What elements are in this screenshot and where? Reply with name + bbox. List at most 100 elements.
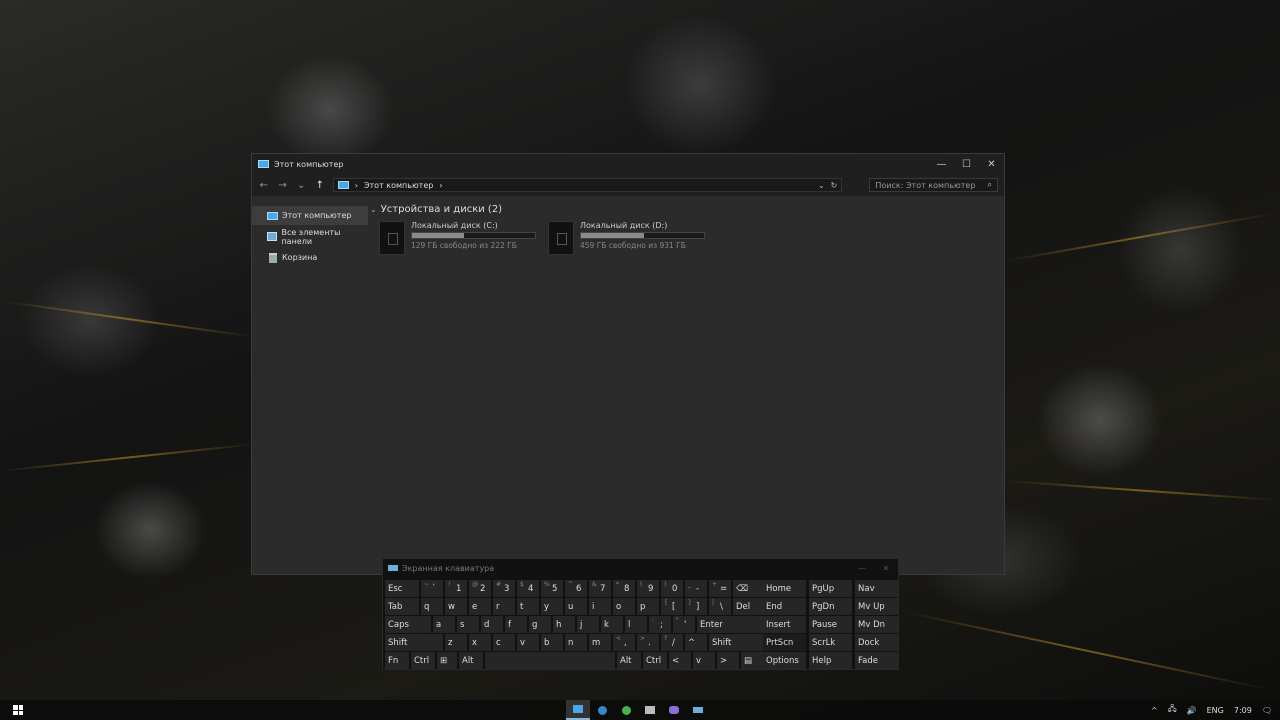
network-icon[interactable]: 🖧 bbox=[1168, 703, 1177, 717]
osk-nav-key[interactable]: PrtScn bbox=[763, 634, 806, 651]
tray-overflow-chevron-icon[interactable]: ^ bbox=[1151, 706, 1158, 715]
osk-key[interactable]: ⊞ bbox=[437, 652, 457, 669]
osk-key[interactable]: :; bbox=[649, 616, 671, 633]
osk-key[interactable]: ^ bbox=[685, 634, 707, 651]
osk-key[interactable]: q bbox=[421, 598, 443, 615]
osk-key[interactable]: #3 bbox=[493, 580, 515, 597]
osk-minimize-button[interactable]: — bbox=[850, 564, 874, 573]
notifications-icon[interactable]: 🗨 bbox=[1262, 706, 1272, 715]
taskbar-app-torrent[interactable] bbox=[614, 700, 638, 720]
osk-nav-key[interactable]: Nav bbox=[855, 580, 899, 597]
osk-key[interactable]: {[ bbox=[661, 598, 683, 615]
osk-key[interactable]: f bbox=[505, 616, 527, 633]
address-bar[interactable]: › Этот компьютер › ⌄ ↻ bbox=[332, 178, 843, 192]
taskbar-app-keyboard[interactable] bbox=[686, 700, 710, 720]
osk-key[interactable]: Caps bbox=[385, 616, 431, 633]
osk-key[interactable]: > bbox=[717, 652, 739, 669]
osk-nav-key[interactable]: Options bbox=[763, 652, 806, 669]
osk-nav-key[interactable]: PgDn bbox=[809, 598, 852, 615]
osk-key[interactable] bbox=[485, 652, 615, 669]
osk-key[interactable]: Alt bbox=[617, 652, 641, 669]
osk-key[interactable]: j bbox=[577, 616, 599, 633]
osk-key[interactable]: u bbox=[565, 598, 587, 615]
osk-key[interactable]: p bbox=[637, 598, 659, 615]
osk-nav-key[interactable]: Help bbox=[809, 652, 852, 669]
osk-key[interactable]: i bbox=[589, 598, 611, 615]
osk-key[interactable]: ) 0 bbox=[661, 580, 683, 597]
osk-key[interactable]: @2 bbox=[469, 580, 491, 597]
osk-nav-key[interactable]: PgUp bbox=[809, 580, 852, 597]
osk-key[interactable]: Fn bbox=[385, 652, 409, 669]
drive-item-d[interactable]: Локальный диск (D:) 459 ГБ свободно из 9… bbox=[548, 221, 705, 255]
group-header[interactable]: ⌄ Устройства и диски (2) bbox=[370, 201, 1004, 217]
osk-key[interactable]: * 8 bbox=[613, 580, 635, 597]
osk-nav-key[interactable]: Mv Up bbox=[855, 598, 899, 615]
start-button[interactable] bbox=[0, 705, 36, 715]
osk-key[interactable]: c bbox=[493, 634, 515, 651]
chevron-down-icon[interactable]: ⌄ bbox=[370, 205, 377, 214]
osk-key[interactable]: ^ 6 bbox=[565, 580, 587, 597]
title-bar[interactable]: Этот компьютер — ☐ ✕ bbox=[252, 154, 1004, 174]
osk-key[interactable]: e bbox=[469, 598, 491, 615]
osk-key[interactable]: % 5 bbox=[541, 580, 563, 597]
osk-key[interactable]: x bbox=[469, 634, 491, 651]
osk-key[interactable]: Alt bbox=[459, 652, 483, 669]
osk-key[interactable]: n bbox=[565, 634, 587, 651]
osk-key[interactable]: d bbox=[481, 616, 503, 633]
sidebar-item-control-panel[interactable]: Все элементы панели bbox=[252, 227, 368, 246]
osk-key[interactable]: l bbox=[625, 616, 647, 633]
osk-key[interactable]: ! 1 bbox=[445, 580, 467, 597]
osk-key[interactable]: Del bbox=[733, 598, 767, 615]
osk-key[interactable]: ▤ bbox=[741, 652, 765, 669]
osk-key[interactable]: $4 bbox=[517, 580, 539, 597]
osk-key[interactable]: s bbox=[457, 616, 479, 633]
osk-key[interactable]: ? / bbox=[661, 634, 683, 651]
close-button[interactable]: ✕ bbox=[979, 159, 1004, 170]
osk-nav-key[interactable]: Insert bbox=[763, 616, 806, 633]
search-icon[interactable]: ⌕ bbox=[988, 180, 992, 190]
osk-key[interactable]: o bbox=[613, 598, 635, 615]
taskbar-app-browser[interactable] bbox=[590, 700, 614, 720]
up-button[interactable]: ↑ bbox=[314, 180, 326, 191]
osk-nav-key[interactable]: Home bbox=[763, 580, 806, 597]
osk-key[interactable]: v bbox=[517, 634, 539, 651]
osk-key[interactable]: v bbox=[693, 652, 715, 669]
osk-key[interactable]: Ctrl bbox=[411, 652, 435, 669]
osk-key[interactable]: y bbox=[541, 598, 563, 615]
osk-nav-key[interactable]: Pause bbox=[809, 616, 852, 633]
osk-key[interactable]: Tab bbox=[385, 598, 419, 615]
osk-key[interactable]: a bbox=[433, 616, 455, 633]
osk-key[interactable]: < bbox=[669, 652, 691, 669]
sidebar-item-recycle-bin[interactable]: Корзина bbox=[252, 248, 368, 267]
recent-locations-button[interactable]: ⌄ bbox=[295, 180, 307, 191]
osk-key[interactable]: Esc bbox=[385, 580, 419, 597]
osk-title-bar[interactable]: Экранная клавиатура — ✕ bbox=[383, 559, 898, 577]
forward-button[interactable]: → bbox=[277, 180, 289, 191]
back-button[interactable]: ← bbox=[258, 180, 270, 191]
osk-key[interactable]: + = bbox=[709, 580, 731, 597]
osk-key[interactable]: <, bbox=[613, 634, 635, 651]
breadcrumb-separator[interactable]: › bbox=[439, 181, 442, 190]
taskbar-app-game[interactable] bbox=[662, 700, 686, 720]
osk-key[interactable]: b bbox=[541, 634, 563, 651]
breadcrumb-location[interactable]: Этот компьютер bbox=[364, 181, 433, 190]
language-indicator[interactable]: ENG bbox=[1207, 706, 1224, 715]
osk-key[interactable]: _ - bbox=[685, 580, 707, 597]
osk-key[interactable]: t bbox=[517, 598, 539, 615]
osk-key[interactable]: >. bbox=[637, 634, 659, 651]
osk-key[interactable]: r bbox=[493, 598, 515, 615]
osk-nav-key[interactable]: Dock bbox=[855, 634, 899, 651]
osk-nav-key[interactable]: End bbox=[763, 598, 806, 615]
minimize-button[interactable]: — bbox=[929, 159, 954, 170]
osk-key[interactable]: ⌫ bbox=[733, 580, 767, 597]
address-dropdown-button[interactable]: ⌄ bbox=[818, 181, 825, 190]
volume-icon[interactable]: 🔊 bbox=[1187, 706, 1197, 715]
drive-item-c[interactable]: Локальный диск (C:) 129 ГБ свободно из 2… bbox=[379, 221, 536, 255]
osk-key[interactable]: Shift bbox=[709, 634, 765, 651]
osk-nav-key[interactable]: ScrLk bbox=[809, 634, 852, 651]
osk-key[interactable]: g bbox=[529, 616, 551, 633]
osk-key[interactable]: }] bbox=[685, 598, 707, 615]
osk-key[interactable]: m bbox=[589, 634, 611, 651]
osk-key[interactable]: h bbox=[553, 616, 575, 633]
sidebar-item-this-pc[interactable]: Этот компьютер bbox=[252, 206, 368, 225]
